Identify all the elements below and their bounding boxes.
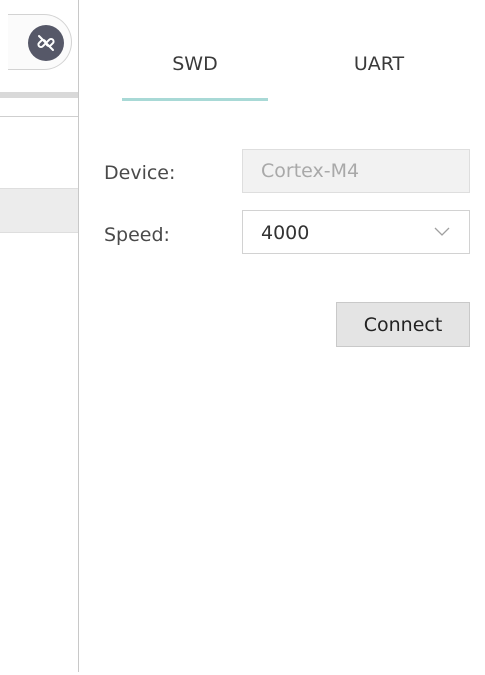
device-field [242,149,470,193]
active-tab-indicator [122,98,268,101]
speed-select[interactable]: 4000 [242,210,470,254]
left-divider [0,116,78,117]
speed-selected-value: 4000 [261,222,310,244]
chevron-down-icon [434,227,450,236]
unlink-icon [28,25,64,61]
left-panel [0,0,78,675]
panel-splitter[interactable] [78,0,79,672]
connect-button[interactable]: Connect [336,302,470,347]
tab-swd[interactable]: SWD [122,48,268,80]
left-selected-row[interactable] [0,188,78,233]
device-label: Device: [104,162,176,184]
tab-uart[interactable]: UART [306,48,452,80]
left-tab-band [0,92,78,98]
speed-label: Speed: [104,224,170,246]
debug-connection-window: SWD UART Device: Speed: 4000 Connect [0,0,485,675]
disconnect-button[interactable] [8,14,72,70]
